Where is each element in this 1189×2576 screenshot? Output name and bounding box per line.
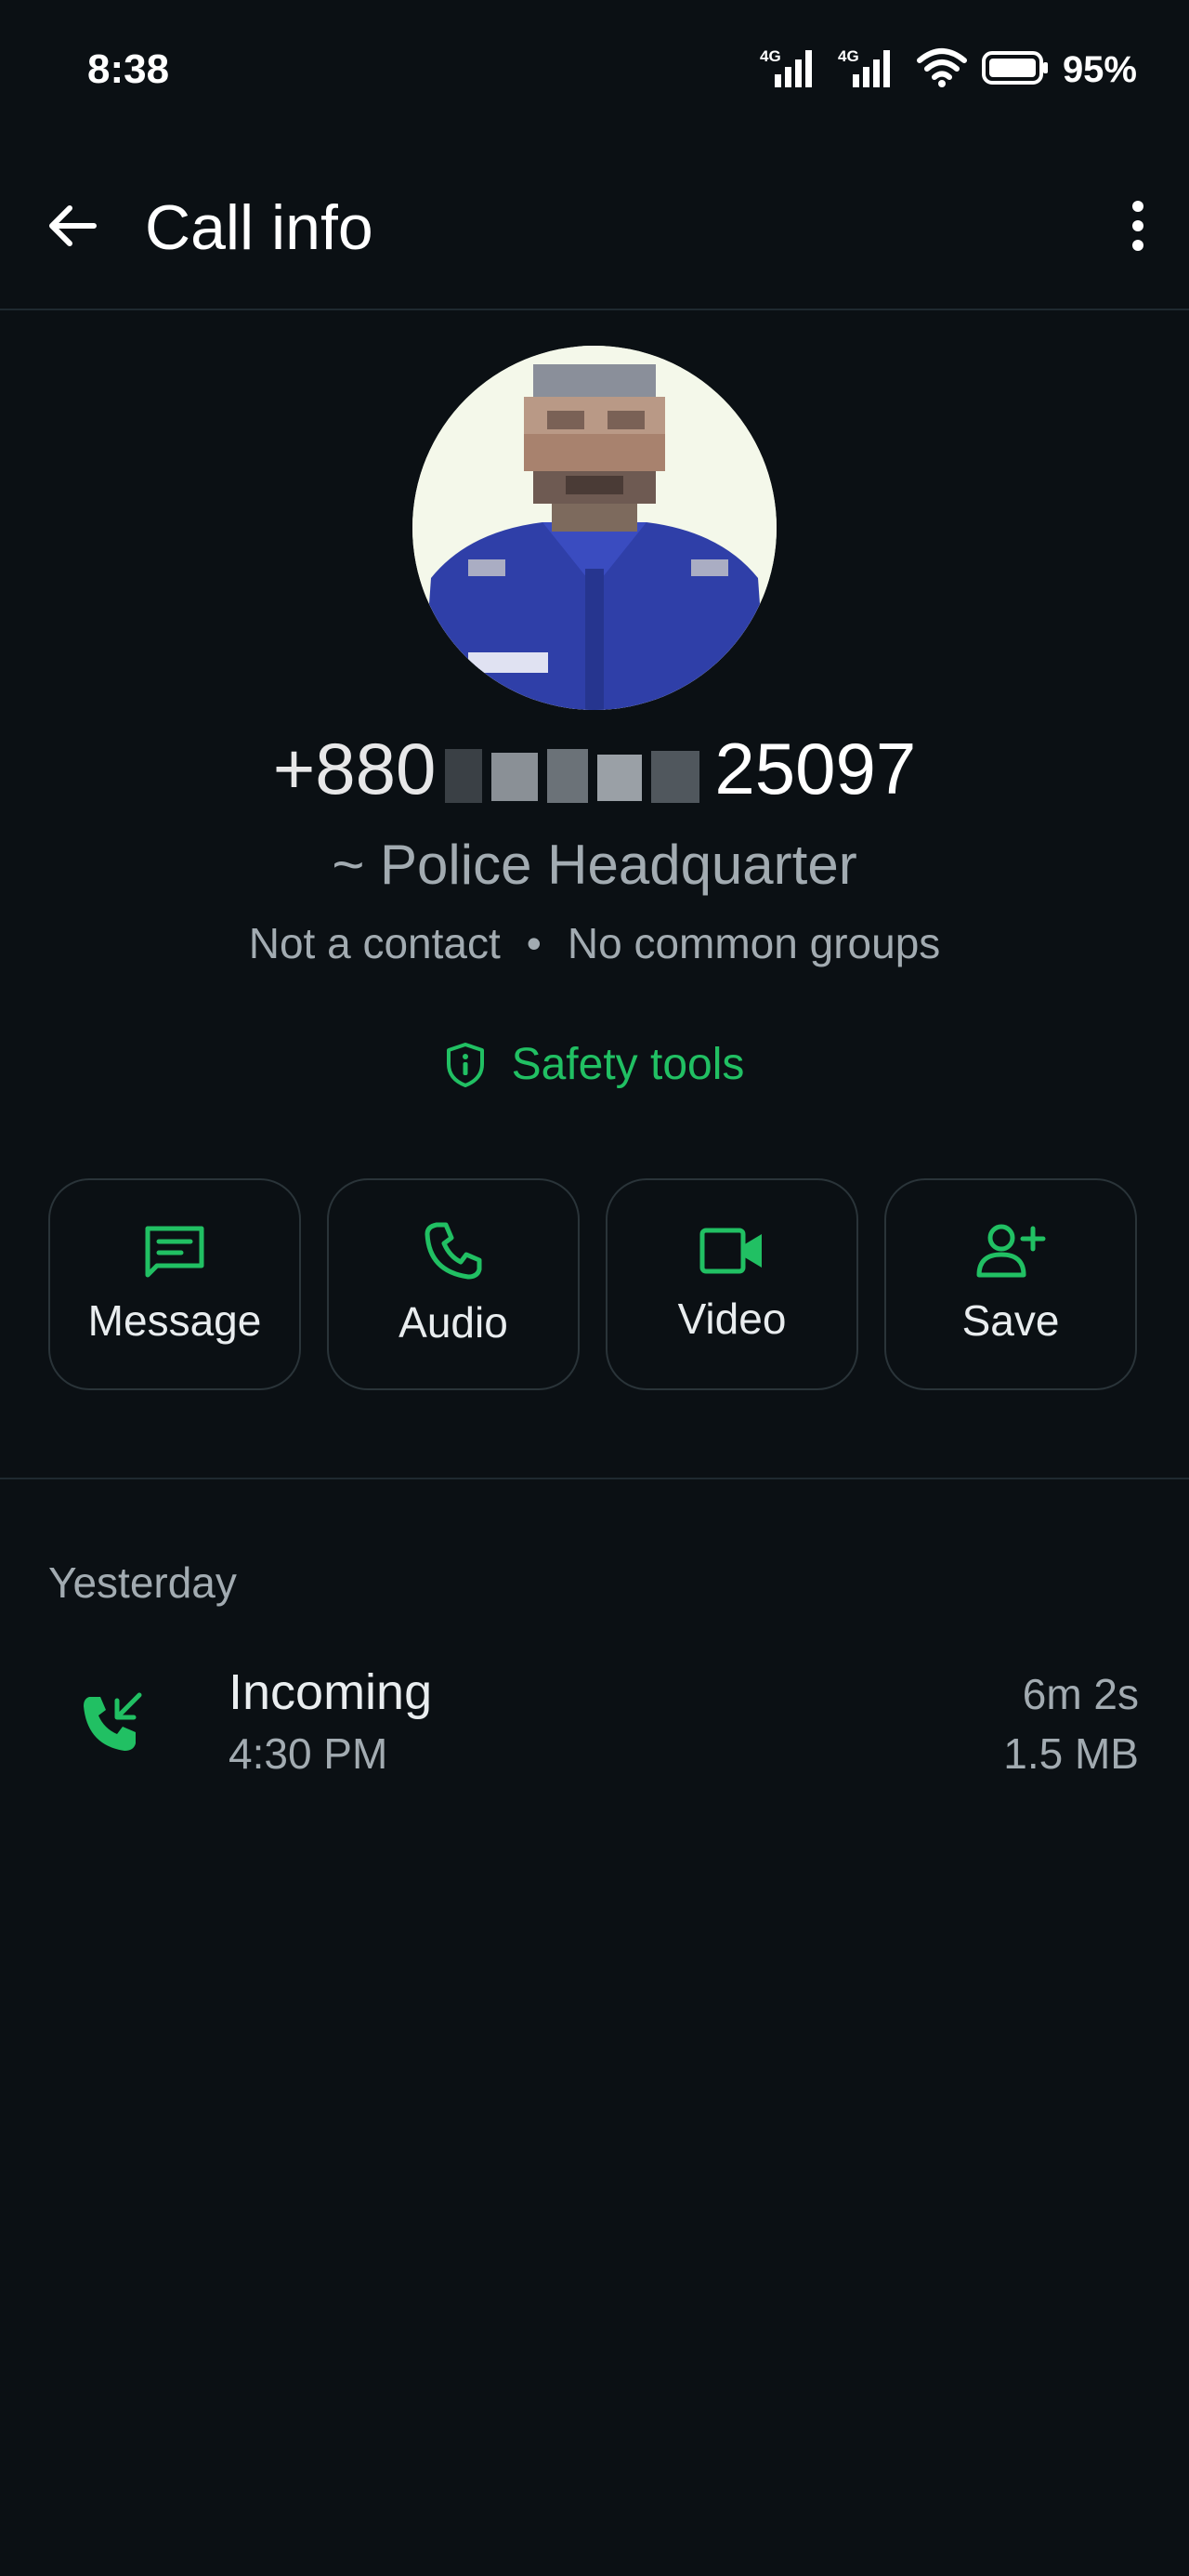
network-type-1: 4G — [760, 47, 781, 65]
wifi-icon — [916, 47, 968, 93]
audio-label: Audio — [399, 1298, 508, 1347]
back-button[interactable] — [28, 186, 117, 266]
call-data-size: 1.5 MB — [1003, 1729, 1139, 1778]
signal-icon-2: 4G — [838, 46, 903, 94]
network-type-2: 4G — [838, 47, 859, 65]
safety-tools-button[interactable]: Safety tools — [0, 1039, 1189, 1090]
status-time: 8:38 — [87, 46, 170, 92]
status-icons: 4G 4G 95% — [760, 46, 1137, 94]
signal-icon: 4G — [760, 46, 825, 94]
contact-meta: Not a contact • No common groups — [0, 918, 1189, 968]
arrow-left-icon — [49, 205, 97, 246]
groups-status: No common groups — [567, 919, 941, 967]
contact-status: Not a contact — [248, 919, 501, 967]
call-type: Incoming — [229, 1664, 433, 1720]
video-call-button[interactable]: Video — [606, 1178, 858, 1390]
call-duration: 6m 2s — [1022, 1670, 1139, 1718]
incoming-call-icon — [80, 1689, 145, 1759]
push-name: ~ Police Headquarter — [332, 834, 857, 896]
audio-call-button[interactable]: Audio — [327, 1178, 580, 1390]
shield-info-icon — [446, 1042, 484, 1087]
phone-icon — [425, 1222, 482, 1280]
phone-prefix: +880 — [272, 728, 437, 809]
video-icon — [699, 1228, 762, 1274]
page-title: Call info — [145, 192, 373, 263]
header-divider — [0, 309, 1189, 310]
video-label: Video — [677, 1295, 787, 1343]
phone-suffix: 25097 — [714, 728, 917, 809]
more-options-button[interactable] — [1098, 186, 1178, 266]
section-divider — [0, 1478, 1189, 1479]
call-time: 4:30 PM — [229, 1729, 388, 1778]
add-user-icon — [976, 1224, 1046, 1278]
avatar[interactable] — [412, 346, 777, 710]
action-buttons: Message Audio Video Save — [48, 1178, 1137, 1390]
battery-icon — [981, 49, 1050, 91]
redacted-digits — [436, 742, 715, 809]
message-button[interactable]: Message — [48, 1178, 301, 1390]
call-log-row[interactable]: Incoming 4:30 PM 6m 2s 1.5 MB — [0, 1663, 1189, 1803]
safety-tools-label: Safety tools — [511, 1040, 745, 1089]
message-icon — [145, 1226, 204, 1278]
save-contact-button[interactable]: Save — [884, 1178, 1137, 1390]
message-label: Message — [87, 1296, 262, 1345]
battery-percent: 95% — [1062, 49, 1137, 90]
meta-separator: • — [526, 919, 542, 967]
call-date-header: Yesterday — [48, 1558, 237, 1607]
save-label: Save — [961, 1296, 1060, 1345]
more-vertical-icon — [1132, 201, 1143, 251]
phone-number: +880 25097 — [0, 727, 1189, 811]
